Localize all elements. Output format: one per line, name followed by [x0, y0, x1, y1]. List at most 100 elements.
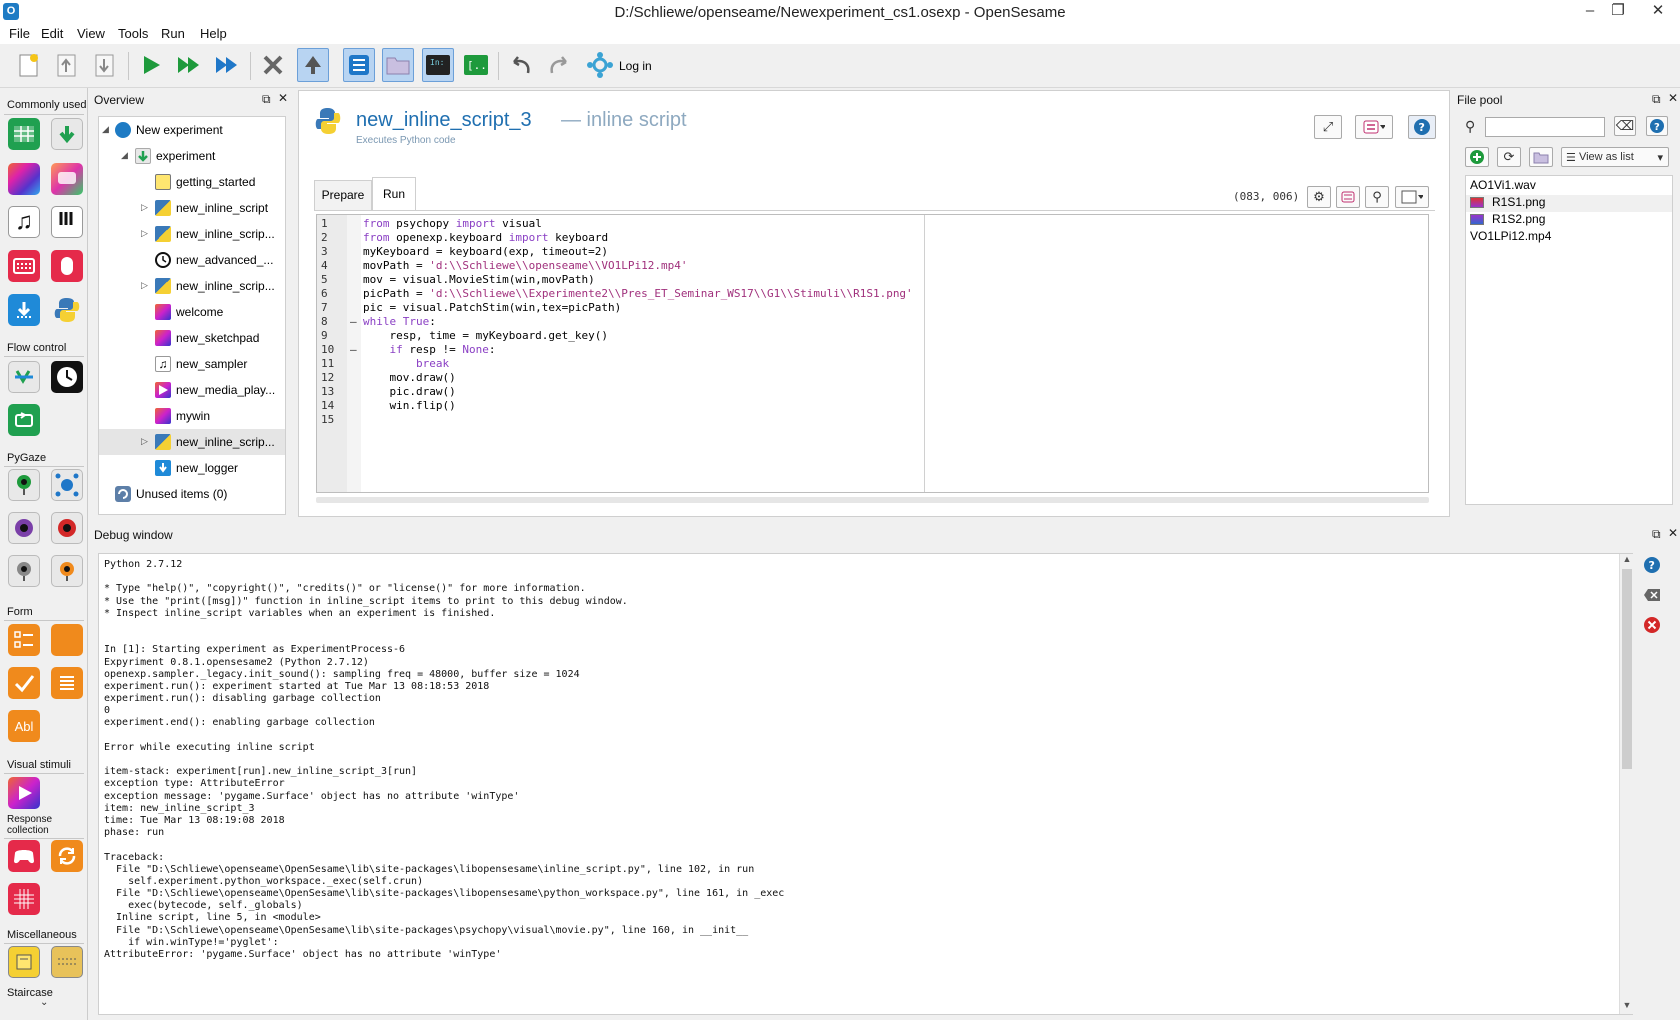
file-pool-float-icon[interactable]: ⧉: [1652, 92, 1661, 107]
item-name-label[interactable]: new_inline_script_3: [356, 109, 532, 132]
tree-row-new-inline-script[interactable]: ▷ new_inline_script: [99, 195, 285, 221]
tree-row-new-advanced-delay[interactable]: new_advanced_...: [99, 247, 285, 273]
console-vertical-scrollbar[interactable]: ▲ ▼: [1619, 554, 1633, 1014]
tree-row-experiment[interactable]: ◢ experiment: [99, 143, 285, 169]
variable-inspector-icon[interactable]: [..]: [460, 48, 492, 82]
overview-close-icon[interactable]: ✕: [278, 91, 288, 105]
overview-toggle-icon[interactable]: [343, 48, 375, 82]
form-text-input-icon[interactable]: Abl: [8, 710, 40, 742]
pause-experiment-icon[interactable]: [297, 48, 329, 82]
srbox-icon[interactable]: [51, 840, 83, 872]
new-file-icon[interactable]: [13, 48, 45, 82]
file-search-input[interactable]: [1485, 117, 1605, 137]
file-item-r1s2[interactable]: R1S2.png: [1466, 212, 1672, 229]
reset-feedback-icon[interactable]: [51, 946, 83, 978]
loop-icon[interactable]: [8, 118, 40, 150]
add-file-icon[interactable]: [1465, 147, 1489, 167]
file-pool-toggle-icon[interactable]: [382, 48, 414, 82]
tab-run[interactable]: Run: [372, 177, 416, 211]
pygaze-drift-correct-icon[interactable]: [51, 469, 83, 501]
pygaze-init-icon[interactable]: [8, 469, 40, 501]
item-menu-icon[interactable]: [1355, 115, 1393, 139]
menu-run[interactable]: Run: [161, 26, 185, 41]
clear-search-icon[interactable]: ⌫: [1614, 116, 1636, 136]
form-consent-icon[interactable]: [51, 624, 83, 656]
advanced-delay-icon[interactable]: [51, 361, 83, 393]
tab-prepare[interactable]: Prepare: [314, 180, 372, 210]
tree-row-new-media-player[interactable]: new_media_play...: [99, 377, 285, 403]
file-item-vo1lpi12[interactable]: VO1LPi12.mp4: [1466, 229, 1672, 246]
menu-tools[interactable]: Tools: [118, 26, 148, 41]
tree-row-unused-items[interactable]: Unused items (0): [99, 481, 285, 507]
tree-row-new-inline-script-1[interactable]: ▷ new_inline_scrip...: [99, 221, 285, 247]
file-item-r1s1[interactable]: R1S1.png: [1466, 195, 1672, 212]
overview-float-icon[interactable]: ⧉: [262, 92, 271, 107]
menu-view[interactable]: View: [77, 26, 105, 41]
menu-help[interactable]: Help: [200, 26, 227, 41]
form-base-icon[interactable]: [8, 624, 40, 656]
tree-row-mywin[interactable]: mywin: [99, 403, 285, 429]
save-download-icon[interactable]: [89, 48, 121, 82]
file-item-ao1vi1[interactable]: AO1Vi1.wav: [1466, 178, 1672, 195]
scroll-down-icon[interactable]: ▼: [1620, 1000, 1634, 1013]
run-icon[interactable]: [135, 48, 167, 82]
maximize-editor-icon[interactable]: ⤢: [1314, 115, 1342, 139]
file-pool-close-icon[interactable]: ✕: [1668, 91, 1678, 105]
run-in-window-icon[interactable]: [173, 48, 205, 82]
joystick-icon[interactable]: [8, 840, 40, 872]
redo-icon[interactable]: [543, 48, 575, 82]
tree-row-new-sketchpad[interactable]: new_sketchpad: [99, 325, 285, 351]
console-scroll-thumb[interactable]: [1622, 569, 1632, 769]
sampler-icon[interactable]: ♫: [8, 206, 40, 238]
repeat-cycle-icon[interactable]: [8, 404, 40, 436]
minimize-button[interactable]: –: [1575, 1, 1605, 23]
pygaze-log-icon[interactable]: [51, 555, 83, 587]
pygaze-stop-recording-icon[interactable]: [51, 512, 83, 544]
logger-icon[interactable]: [8, 294, 40, 326]
item-description[interactable]: Executes Python code: [356, 135, 456, 146]
tree-row-new-inline-script-3[interactable]: ▷ new_inline_scrip...: [99, 429, 285, 455]
sequence-flow-icon[interactable]: [8, 361, 40, 393]
file-pool-help-icon[interactable]: ?: [1646, 116, 1668, 136]
kill-experiment-icon[interactable]: [257, 48, 289, 82]
debug-float-icon[interactable]: ⧉: [1652, 527, 1661, 542]
fold-marker[interactable]: –: [350, 315, 357, 328]
refresh-icon[interactable]: ⟳: [1497, 147, 1521, 167]
editor-find-icon[interactable]: ⚲: [1365, 186, 1389, 208]
tree-row-getting-started[interactable]: getting_started: [99, 169, 285, 195]
toolbox-scroll-down-icon[interactable]: ⌄: [40, 997, 48, 1008]
debug-close-icon[interactable]: ✕: [1668, 526, 1678, 540]
restore-button[interactable]: ❐: [1603, 1, 1633, 23]
clear-debug-icon[interactable]: [1641, 585, 1663, 605]
feedback-icon[interactable]: [51, 163, 83, 195]
inline-script-icon[interactable]: [51, 294, 83, 326]
kill-debug-icon[interactable]: [1641, 615, 1663, 635]
form-text-display-icon[interactable]: [51, 667, 83, 699]
code-editor[interactable]: 1 from psychopy import visual 2 from openex…: [316, 214, 1429, 493]
scroll-up-icon[interactable]: ▲: [1620, 554, 1634, 567]
login-label[interactable]: Log in: [619, 59, 652, 73]
notepad-icon[interactable]: [8, 946, 40, 978]
mouse-response-icon[interactable]: [51, 250, 83, 282]
debug-help-icon[interactable]: ?: [1641, 555, 1663, 575]
editor-settings-icon[interactable]: ⚙: [1307, 186, 1331, 208]
keyboard-response-icon[interactable]: [8, 250, 40, 282]
editor-snippets-icon[interactable]: [1336, 186, 1360, 208]
form-multiple-choice-icon[interactable]: [8, 667, 40, 699]
menu-edit[interactable]: Edit: [41, 26, 63, 41]
osf-login-icon[interactable]: [584, 48, 616, 82]
quick-run-icon[interactable]: [211, 48, 243, 82]
synth-icon[interactable]: [51, 206, 83, 238]
tree-row-new-experiment[interactable]: ◢ New experiment: [99, 117, 285, 143]
open-upload-icon[interactable]: [51, 48, 83, 82]
open-folder-icon[interactable]: [1529, 147, 1553, 167]
media-player-icon[interactable]: [8, 777, 40, 809]
close-button[interactable]: ✕: [1643, 1, 1673, 23]
pygaze-start-recording-icon[interactable]: [8, 512, 40, 544]
undo-icon[interactable]: [505, 48, 537, 82]
tree-row-new-inline-script-2[interactable]: ▷ new_inline_scrip...: [99, 273, 285, 299]
help-icon[interactable]: ?: [1408, 115, 1436, 139]
menu-file[interactable]: File: [9, 26, 30, 41]
code-horizontal-scrollbar[interactable]: [316, 497, 1429, 503]
pygaze-wait-icon[interactable]: [8, 555, 40, 587]
